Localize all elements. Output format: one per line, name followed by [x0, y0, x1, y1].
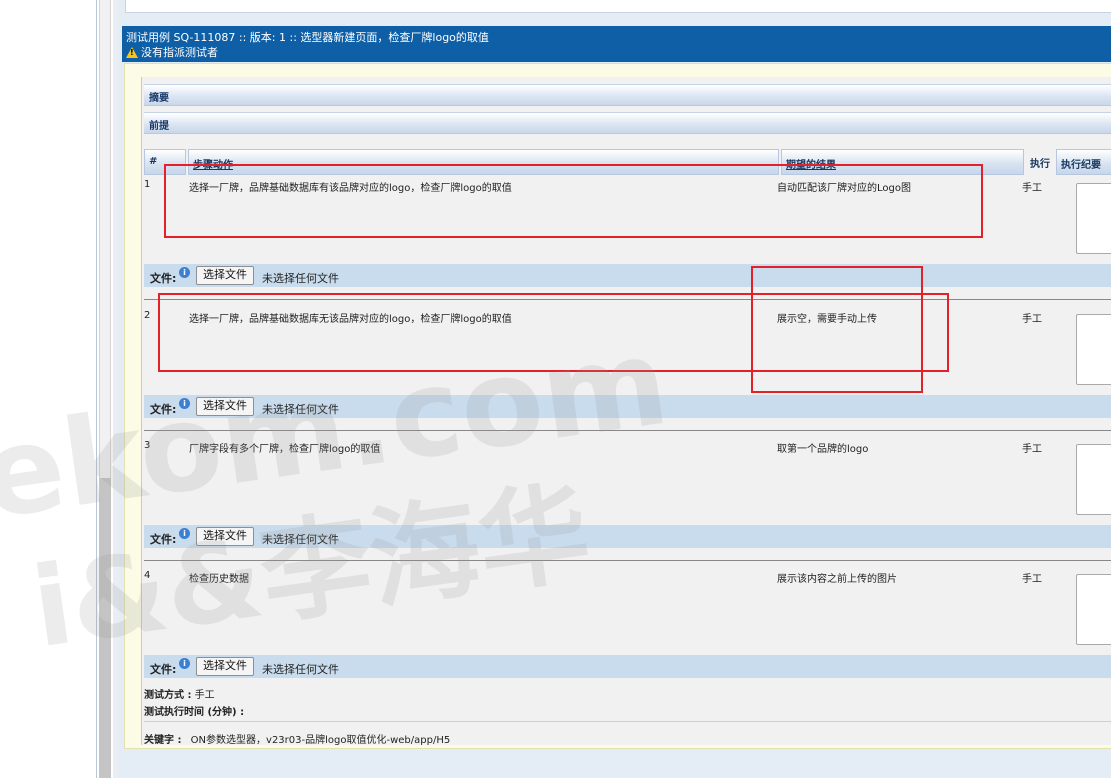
step-exec-type: 手工 [1022, 574, 1042, 585]
exec-notes-input[interactable] [1076, 183, 1111, 254]
file-upload-bar: 文件: i 选择文件 未选择任何文件 [144, 655, 1111, 678]
top-panel [125, 0, 1111, 13]
row-separator [144, 560, 1111, 561]
highlight-box [751, 266, 923, 393]
no-file-text: 未选择任何文件 [262, 533, 339, 546]
choose-file-button[interactable]: 选择文件 [196, 266, 254, 285]
exec-notes-input[interactable] [1076, 444, 1111, 515]
step-expected: 展示该内容之前上传的图片 [777, 574, 897, 585]
step-exec-type: 手工 [1022, 444, 1042, 455]
highlight-box [164, 164, 983, 238]
choose-file-button[interactable]: 选择文件 [196, 657, 254, 676]
no-file-text: 未选择任何文件 [262, 663, 339, 676]
choose-file-button[interactable]: 选择文件 [196, 397, 254, 416]
warning-text: 没有指派测试者 [141, 46, 218, 59]
keywords-value: ON参数选型器，v23r03-品牌logo取值优化-web/app/H5 [190, 735, 451, 746]
exec-notes-input[interactable] [1076, 314, 1111, 385]
file-label: 文件: [150, 403, 177, 416]
testcase-title: 测试用例 SQ-111087 :: 版本: 1 :: 选型器新建页面，检查厂牌l… [126, 31, 489, 44]
file-label: 文件: [150, 533, 177, 546]
file-upload-bar: 文件: i 选择文件 未选择任何文件 [144, 525, 1111, 548]
scrollbar-thumb[interactable] [99, 478, 111, 778]
test-method: 测试方式 : 手工 [144, 686, 215, 701]
main-content: 测试用例 SQ-111087 :: 版本: 1 :: 选型器新建页面，检查厂牌l… [119, 0, 1111, 778]
keywords-label: 关键字 : [144, 735, 182, 746]
file-upload-bar: 文件: i 选择文件 未选择任何文件 [144, 395, 1111, 418]
test-method-value: 手工 [194, 690, 215, 701]
pane-divider [96, 0, 97, 778]
test-duration: 测试执行时间 (分钟) : [144, 703, 244, 718]
no-file-text: 未选择任何文件 [262, 272, 339, 285]
summary-section[interactable]: 摘要 [144, 84, 1111, 106]
preconditions-label: 前提 [149, 121, 169, 132]
row-separator [144, 430, 1111, 431]
tester-warning: 没有指派测试者 [126, 44, 218, 60]
left-pane [0, 0, 96, 778]
info-icon: i [179, 528, 190, 539]
footer-separator [144, 721, 1111, 722]
choose-file-button[interactable]: 选择文件 [196, 527, 254, 546]
test-method-label: 测试方式 : [144, 690, 192, 701]
step-expected: 取第一个品牌的logo [777, 444, 869, 455]
test-duration-label: 测试执行时间 (分钟) : [144, 707, 245, 718]
step-action: 厂牌字段有多个厂牌，检查厂牌logo的取值 [189, 444, 381, 455]
step-exec-type: 手工 [1022, 314, 1042, 325]
keywords: 关键字 : ON参数选型器，v23r03-品牌logo取值优化-web/app/… [144, 731, 450, 746]
info-icon: i [179, 267, 190, 278]
preconditions-section[interactable]: 前提 [144, 112, 1111, 134]
no-file-text: 未选择任何文件 [262, 403, 339, 416]
info-icon: i [179, 658, 190, 669]
file-label: 文件: [150, 272, 177, 285]
summary-label: 摘要 [149, 93, 169, 104]
step-number: 1 [144, 179, 151, 190]
testcase-header: 测试用例 SQ-111087 :: 版本: 1 :: 选型器新建页面，检查厂牌l… [122, 26, 1111, 62]
col-exec-header[interactable]: 执行 [1026, 149, 1054, 173]
col-notes-header[interactable]: 执行纪要 [1056, 149, 1111, 175]
file-label: 文件: [150, 663, 177, 676]
step-exec-type: 手工 [1022, 183, 1042, 194]
step-action: 检查历史数据 [189, 574, 249, 585]
step-number: 2 [144, 310, 151, 321]
exec-notes-input[interactable] [1076, 574, 1111, 645]
file-upload-bar: 文件: i 选择文件 未选择任何文件 [144, 264, 1111, 287]
warning-icon [126, 46, 138, 58]
step-number: 4 [144, 570, 151, 581]
step-number: 3 [144, 440, 151, 451]
info-icon: i [179, 398, 190, 409]
